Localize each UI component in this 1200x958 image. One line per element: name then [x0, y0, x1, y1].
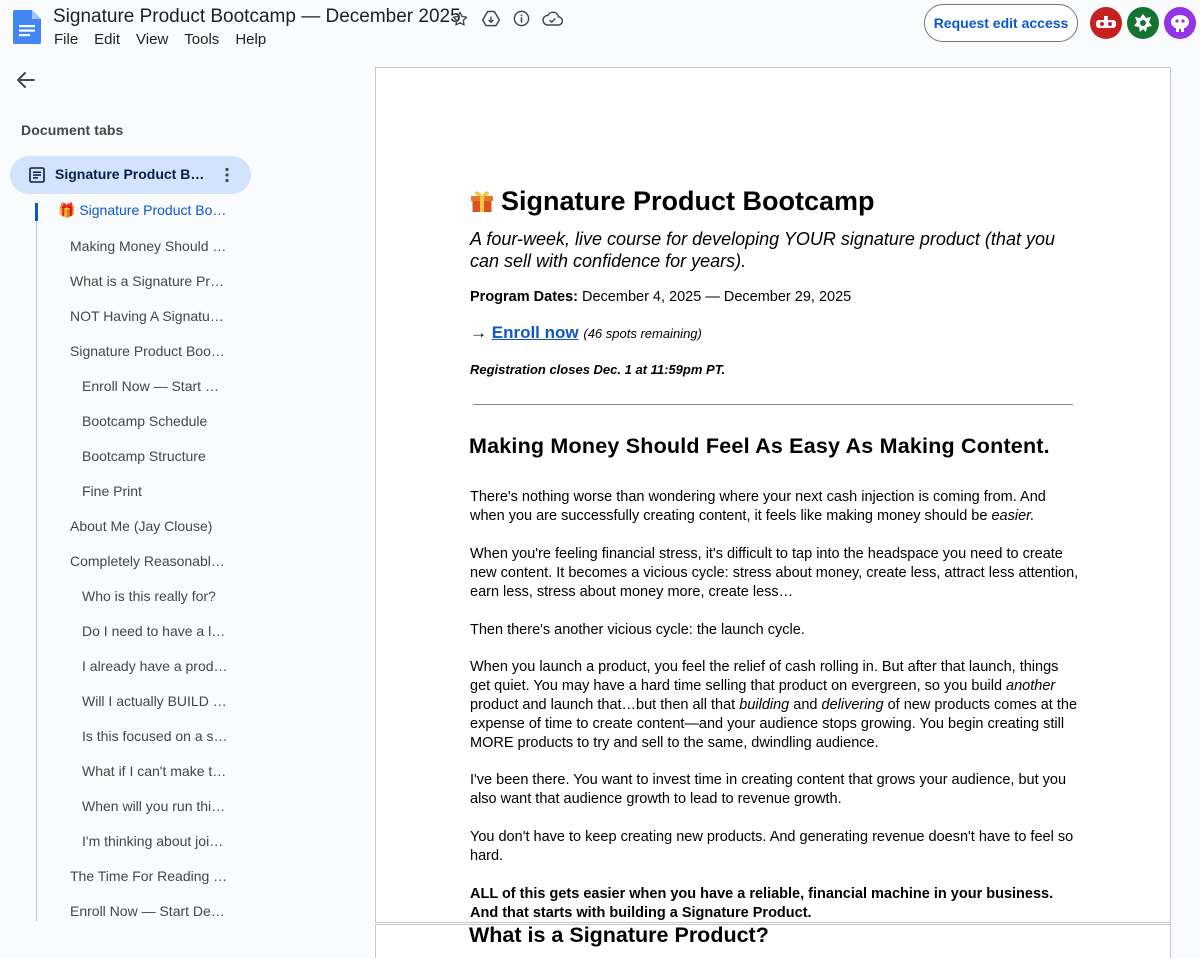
- outline-guide-line: [36, 203, 37, 921]
- outline-item[interactable]: Completely Reasonable Questions: [70, 553, 228, 569]
- paragraph-2: When you're feeling financial stress, it…: [470, 546, 1079, 600]
- paragraph-7-bold: ALL of this gets easier when you have a …: [470, 886, 1054, 921]
- outline-item[interactable]: Do I need to have a large audience?: [82, 623, 228, 639]
- outline-item[interactable]: Is this focused on a specific product ty…: [82, 728, 228, 744]
- outline-item[interactable]: Bootcamp Schedule: [82, 413, 228, 429]
- horizontal-rule: [473, 404, 1073, 405]
- spots-remaining: (46 spots remaining): [583, 326, 702, 341]
- section-heading-what-is: What is a Signature Product?: [469, 924, 769, 947]
- more-vert-icon[interactable]: [217, 165, 237, 185]
- tab-label: Signature Product Bootcamp — December 20…: [55, 166, 205, 182]
- p4-text-b: product and launch that…but then all tha…: [470, 697, 740, 713]
- outline-item[interactable]: Will I actually BUILD a product?: [82, 693, 228, 709]
- collaborator-avatar-2[interactable]: [1127, 7, 1159, 39]
- document-title-text: Signature Product Bootcamp: [501, 186, 875, 216]
- outline-item[interactable]: Who is this really for?: [82, 588, 228, 604]
- outline-item[interactable]: About Me (Jay Clouse): [70, 518, 228, 534]
- arrow-glyph: →: [470, 323, 487, 342]
- menu-tools[interactable]: Tools: [184, 31, 227, 48]
- menu-edit[interactable]: Edit: [94, 31, 128, 48]
- paragraph-6: You don't have to keep creating new prod…: [470, 829, 1074, 864]
- p4-emphasis-delivering: delivering: [821, 697, 884, 713]
- outline-item[interactable]: Enroll Now — Start Building: [82, 378, 228, 394]
- dates-label: Program Dates:: [470, 289, 578, 305]
- outline-item[interactable]: Fine Print: [82, 483, 228, 499]
- paragraph-4: When you launch a product, you feel the …: [470, 658, 1082, 753]
- outline-item[interactable]: Making Money Should Feel As Easy As Maki…: [70, 238, 228, 254]
- request-edit-access-button[interactable]: Request edit access: [924, 4, 1078, 42]
- paragraph-1-text: There's nothing worse than wondering whe…: [470, 489, 1046, 524]
- collaborator-avatar-1[interactable]: [1090, 7, 1122, 39]
- docs-logo-icon[interactable]: [13, 10, 41, 44]
- document-page[interactable]: Signature Product Bootcamp A four-week, …: [375, 67, 1171, 923]
- document-subtitle: A four-week, live course for developing …: [470, 229, 1055, 271]
- star-icon[interactable]: [449, 8, 470, 29]
- menu-file[interactable]: File: [54, 31, 86, 48]
- outline-item[interactable]: What if I can't make the live sessions?: [82, 763, 228, 779]
- paragraph-3: Then there's another vicious cycle: the …: [470, 622, 805, 638]
- p4-text-c: and: [789, 697, 822, 713]
- p4-text-a: When you launch a product, you feel the …: [470, 659, 1059, 694]
- p4-emphasis-another: another: [1006, 678, 1056, 694]
- cloud-status-icon[interactable]: [542, 8, 563, 29]
- menu-bar: File Edit View Tools Help: [54, 31, 282, 48]
- paragraph-1: There's nothing worse than wondering whe…: [470, 488, 1082, 526]
- move-to-drive-icon[interactable]: [480, 8, 501, 29]
- gift-icon: [469, 187, 495, 213]
- outline-item[interactable]: Signature Product Bootcamp: [70, 343, 228, 359]
- document-page-2[interactable]: What is a Signature Product?: [375, 924, 1171, 958]
- document-tabs-heading: Document tabs: [21, 122, 124, 138]
- outline-item[interactable]: When will you run this again?: [82, 798, 228, 814]
- section-heading-making-money: Making Money Should Feel As Easy As Maki…: [469, 434, 1050, 458]
- enroll-now-link[interactable]: Enroll now: [492, 323, 579, 342]
- outline-item[interactable]: The Time For Reading Is Over: [70, 868, 228, 884]
- google-docs-window: Signature Product Bootcamp — December 20…: [0, 0, 1200, 958]
- document-tab-icon: [29, 167, 45, 183]
- outline-item-title[interactable]: 🎁 Signature Product Bootcamp: [58, 202, 228, 219]
- back-arrow-icon[interactable]: [14, 68, 38, 92]
- menu-view[interactable]: View: [136, 31, 176, 48]
- outline-item[interactable]: I already have a product: [82, 658, 228, 674]
- paragraph-1-emphasis: easier.: [991, 508, 1035, 524]
- paragraph-5: I've been there. You want to invest time…: [470, 772, 1067, 807]
- document-details-icon[interactable]: [511, 8, 532, 29]
- menu-help[interactable]: Help: [235, 31, 274, 48]
- document-title[interactable]: Signature Product Bootcamp — December 20…: [53, 6, 461, 28]
- outline-current-marker: [35, 203, 38, 221]
- registration-deadline: Registration closes Dec. 1 at 11:59pm PT…: [470, 362, 726, 377]
- outline-item[interactable]: Enroll Now — Start Developing: [70, 903, 228, 919]
- outline-item[interactable]: What is a Signature Product?: [70, 273, 228, 289]
- p4-emphasis-building: building: [739, 697, 790, 713]
- program-dates: Program Dates: December 4, 2025 — Decemb…: [470, 289, 1082, 305]
- tab-signature-product-bootcamp[interactable]: Signature Product Bootcamp — December 20…: [10, 156, 251, 194]
- dates-value: December 4, 2025 — December 29, 2025: [582, 289, 852, 305]
- document-heading: Signature Product Bootcamp: [469, 186, 875, 217]
- collaborator-avatar-3[interactable]: [1164, 7, 1196, 39]
- outline-item[interactable]: I'm thinking about joining: [82, 833, 228, 849]
- outline-item[interactable]: Bootcamp Structure: [82, 448, 228, 464]
- title-icon-group: [449, 8, 563, 29]
- enroll-line: → Enroll now (46 spots remaining): [470, 323, 1082, 343]
- outline-item[interactable]: NOT Having A Signature Product: [70, 308, 228, 324]
